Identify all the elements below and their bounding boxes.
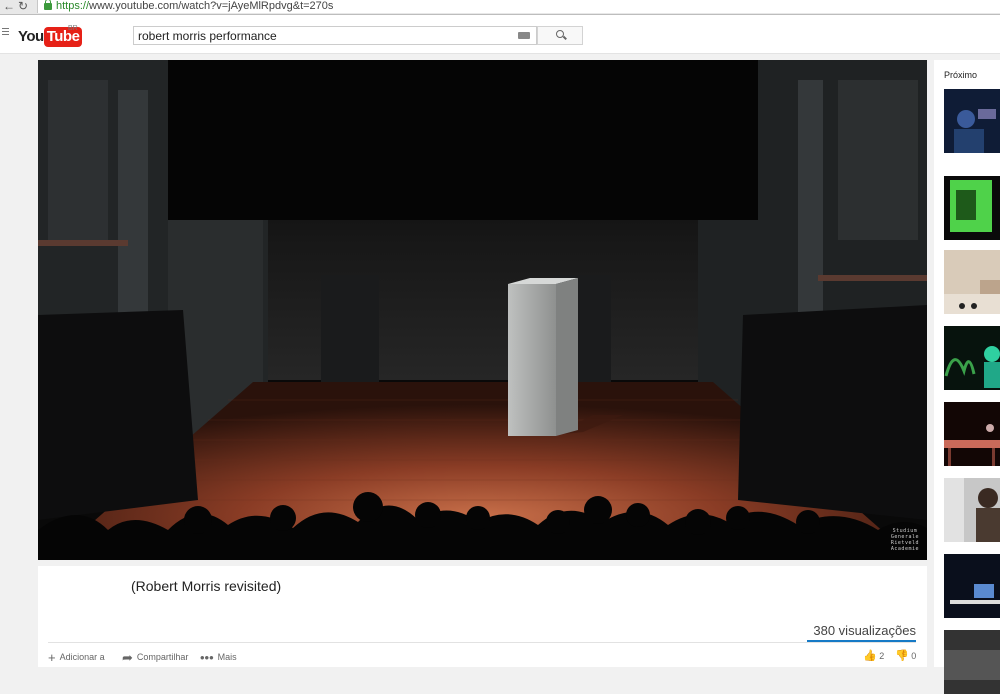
up-next-sidebar: Próximo: [934, 60, 1000, 694]
video-title: (Robert Morris revisited): [131, 578, 282, 594]
share-arrow-icon: ➦: [122, 650, 133, 665]
up-next-thumbnail[interactable]: [944, 554, 1000, 618]
plus-icon: +: [48, 650, 56, 665]
like-button[interactable]: 👍 2: [863, 649, 884, 662]
dislike-button[interactable]: 👎 0: [895, 649, 916, 662]
search-button[interactable]: [537, 26, 583, 45]
url-text: www.youtube.com/watch?v=jAyeMlRpdvg&t=27…: [89, 0, 334, 12]
address-bar[interactable]: https://www.youtube.com/watch?v=jAyeMlRp…: [37, 0, 1000, 13]
lock-icon: [44, 0, 52, 10]
add-to-label: Adicionar a: [59, 652, 105, 662]
up-next-thumbnail[interactable]: [944, 89, 1000, 153]
up-next-thumbnail[interactable]: [944, 478, 1000, 542]
divider: [48, 642, 916, 643]
search-input[interactable]: robert morris performance: [133, 26, 537, 45]
search-icon: [556, 30, 564, 38]
share-button[interactable]: ➦ Compartilhar: [122, 650, 188, 666]
hamburger-menu-icon[interactable]: [2, 28, 9, 37]
dislike-count: 0: [911, 651, 917, 661]
site-header: You Tube BR robert morris performance: [0, 15, 1000, 54]
browser-toolbar: ← ↻ https://www.youtube.com/watch?v=jAye…: [0, 0, 1000, 15]
video-frame: [38, 60, 927, 560]
search-query: robert morris performance: [138, 29, 277, 43]
reload-icon[interactable]: ↻: [18, 0, 28, 13]
up-next-heading: Próximo: [944, 70, 978, 80]
keyboard-icon[interactable]: [518, 32, 530, 39]
video-info-panel: (Robert Morris revisited) 380 visualizaç…: [38, 566, 927, 667]
up-next-thumbnail[interactable]: [944, 250, 1000, 314]
video-player[interactable]: Studium Generale Rietveld Academie: [38, 60, 927, 560]
more-label: Mais: [217, 652, 237, 662]
pillar-sculpture: [508, 284, 556, 436]
thumbs-up-icon: 👍: [863, 650, 877, 662]
view-count: 380 visualizações: [813, 623, 916, 638]
thumbs-down-icon: 👎: [895, 650, 909, 662]
youtube-logo[interactable]: You Tube BR: [18, 25, 83, 47]
logo-you-text: You: [18, 28, 44, 45]
up-next-thumbnail[interactable]: [944, 402, 1000, 466]
watermark-line: Academie: [890, 546, 919, 552]
up-next-thumbnail[interactable]: [944, 630, 1000, 694]
add-to-button[interactable]: + Adicionar a: [48, 650, 105, 665]
back-arrow-icon[interactable]: ←: [3, 0, 15, 13]
url-scheme: https://: [56, 0, 90, 12]
up-next-thumbnail[interactable]: [944, 176, 1000, 240]
video-watermark: Studium Generale Rietveld Academie: [891, 528, 919, 552]
more-dots-icon: •••: [200, 650, 214, 665]
up-next-thumbnail[interactable]: [944, 326, 1000, 390]
logo-country-code: BR: [68, 25, 78, 32]
share-label: Compartilhar: [136, 652, 189, 662]
like-count: 2: [879, 651, 885, 661]
action-bar: + Adicionar a ➦ Compartilhar ••• Mais 👍 2 👎…: [48, 648, 916, 666]
more-button[interactable]: ••• Mais: [200, 650, 237, 665]
